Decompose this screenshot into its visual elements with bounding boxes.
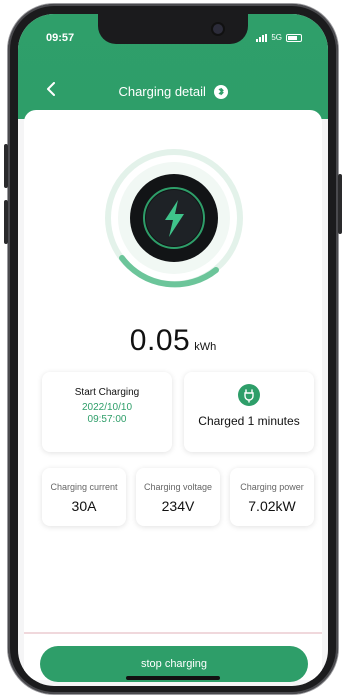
status-icons: 5G (256, 33, 302, 42)
metric-value: 30A (71, 498, 97, 514)
metric-label: Charging current (50, 482, 118, 492)
header-title-wrap: Charging detail (18, 84, 328, 100)
phone-screen: 09:57 5G Charging detail 0.05 kWh Start … (18, 14, 328, 686)
battery-icon (286, 33, 302, 42)
start-charging-card: Start Charging 2022/10/10 09:57:00 (42, 372, 172, 452)
side-button-right (338, 174, 342, 234)
metric-card-voltage: Charging voltage 234V (136, 468, 220, 526)
energy-readout: 0.05 kWh (24, 324, 322, 358)
signal-icon (256, 33, 268, 42)
footer-divider (24, 632, 322, 634)
energy-value: 0.05 (129, 324, 191, 357)
metric-label: Charging voltage (143, 482, 213, 492)
network-label: 5G (271, 33, 282, 42)
energy-unit: kWh (194, 341, 217, 353)
metric-value: 234V (161, 498, 195, 514)
start-date: 2022/10/10 (81, 402, 133, 413)
start-charging-label: Start Charging (74, 387, 140, 398)
home-indicator (126, 676, 220, 680)
metric-label: Charging power (240, 482, 304, 492)
plug-icon (238, 384, 260, 406)
header-bar: 09:57 5G Charging detail (18, 14, 328, 119)
notch (98, 14, 248, 44)
bluetooth-icon[interactable] (213, 84, 228, 99)
charging-ring (105, 149, 243, 288)
detail-panel: 0.05 kWh Start Charging 2022/10/10 09:57:… (24, 110, 322, 680)
metric-value: 7.02kW (248, 498, 296, 514)
front-camera (213, 24, 223, 34)
side-button-left-2 (4, 200, 8, 244)
status-time: 09:57 (46, 32, 75, 44)
charged-duration-card: Charged 1 minutes (184, 372, 314, 452)
start-time: 09:57:00 (87, 414, 127, 425)
metric-card-power: Charging power 7.02kW (230, 468, 314, 526)
charged-duration-text: Charged 1 minutes (198, 414, 300, 428)
side-button-left (4, 144, 8, 188)
metric-card-current: Charging current 30A (42, 468, 126, 526)
page-title: Charging detail (118, 84, 206, 99)
